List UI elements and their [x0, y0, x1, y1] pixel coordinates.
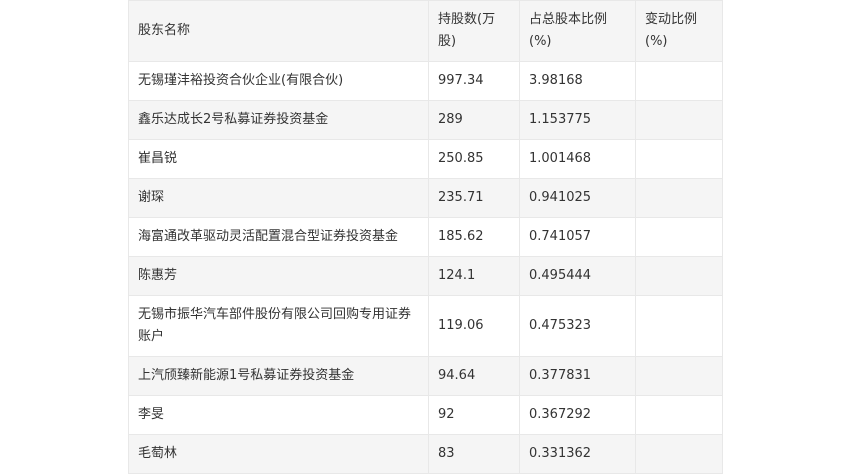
- cell-share-ratio: 0.377831: [519, 356, 636, 396]
- cell-shares-held: 997.34: [428, 61, 520, 101]
- table-row: 上汽颀臻新能源1号私募证券投资基金 94.64 0.377831: [128, 356, 723, 396]
- cell-shares-held: 94.64: [428, 356, 520, 396]
- cell-shares-held: 124.1: [428, 256, 520, 296]
- cell-change-ratio: [635, 139, 723, 179]
- cell-change-ratio: [635, 356, 723, 396]
- header-shareholder-name: 股东名称: [128, 0, 429, 62]
- table-row: 海富通改革驱动灵活配置混合型证券投资基金 185.62 0.741057: [128, 217, 723, 257]
- cell-share-ratio: 1.001468: [519, 139, 636, 179]
- cell-share-ratio: 1.153775: [519, 100, 636, 140]
- table-row: 鑫乐达成长2号私募证券投资基金 289 1.153775: [128, 100, 723, 140]
- cell-shares-held: 83: [428, 434, 520, 474]
- cell-shareholder-name: 陈惠芳: [128, 256, 429, 296]
- cell-shareholder-name: 无锡瑾沣裕投资合伙企业(有限合伙): [128, 61, 429, 101]
- cell-share-ratio: 0.475323: [519, 295, 636, 357]
- shareholder-table-container: 股东名称 持股数(万股) 占总股本比例(%) 变动比例(%) 无锡瑾沣裕投资合伙…: [128, 0, 723, 474]
- cell-shareholder-name: 上汽颀臻新能源1号私募证券投资基金: [128, 356, 429, 396]
- cell-shares-held: 92: [428, 395, 520, 435]
- table-row: 崔昌锐 250.85 1.001468: [128, 139, 723, 179]
- table-row: 陈惠芳 124.1 0.495444: [128, 256, 723, 296]
- cell-shares-held: 119.06: [428, 295, 520, 357]
- header-change-ratio: 变动比例(%): [635, 0, 723, 62]
- cell-change-ratio: [635, 395, 723, 435]
- table-header-row: 股东名称 持股数(万股) 占总股本比例(%) 变动比例(%): [128, 0, 723, 62]
- cell-change-ratio: [635, 295, 723, 357]
- cell-shares-held: 250.85: [428, 139, 520, 179]
- cell-shareholder-name: 谢琛: [128, 178, 429, 218]
- cell-share-ratio: 0.941025: [519, 178, 636, 218]
- table-row: 无锡瑾沣裕投资合伙企业(有限合伙) 997.34 3.98168: [128, 61, 723, 101]
- cell-shareholder-name: 李旻: [128, 395, 429, 435]
- cell-share-ratio: 0.331362: [519, 434, 636, 474]
- cell-change-ratio: [635, 61, 723, 101]
- table-row: 李旻 92 0.367292: [128, 395, 723, 435]
- shareholder-table: 股东名称 持股数(万股) 占总股本比例(%) 变动比例(%) 无锡瑾沣裕投资合伙…: [128, 0, 723, 474]
- cell-shares-held: 235.71: [428, 178, 520, 218]
- cell-change-ratio: [635, 434, 723, 474]
- cell-shareholder-name: 崔昌锐: [128, 139, 429, 179]
- cell-change-ratio: [635, 178, 723, 218]
- cell-shareholder-name: 毛萄林: [128, 434, 429, 474]
- cell-shareholder-name: 鑫乐达成长2号私募证券投资基金: [128, 100, 429, 140]
- header-shares-held: 持股数(万股): [428, 0, 520, 62]
- table-row: 毛萄林 83 0.331362: [128, 434, 723, 474]
- cell-share-ratio: 0.367292: [519, 395, 636, 435]
- header-share-ratio: 占总股本比例(%): [519, 0, 636, 62]
- cell-share-ratio: 3.98168: [519, 61, 636, 101]
- cell-shares-held: 289: [428, 100, 520, 140]
- cell-change-ratio: [635, 256, 723, 296]
- cell-change-ratio: [635, 100, 723, 140]
- cell-share-ratio: 0.741057: [519, 217, 636, 257]
- cell-change-ratio: [635, 217, 723, 257]
- cell-shares-held: 185.62: [428, 217, 520, 257]
- cell-shareholder-name: 无锡市振华汽车部件股份有限公司回购专用证券账户: [128, 295, 429, 357]
- cell-shareholder-name: 海富通改革驱动灵活配置混合型证券投资基金: [128, 217, 429, 257]
- cell-share-ratio: 0.495444: [519, 256, 636, 296]
- table-row: 无锡市振华汽车部件股份有限公司回购专用证券账户 119.06 0.475323: [128, 295, 723, 357]
- table-row: 谢琛 235.71 0.941025: [128, 178, 723, 218]
